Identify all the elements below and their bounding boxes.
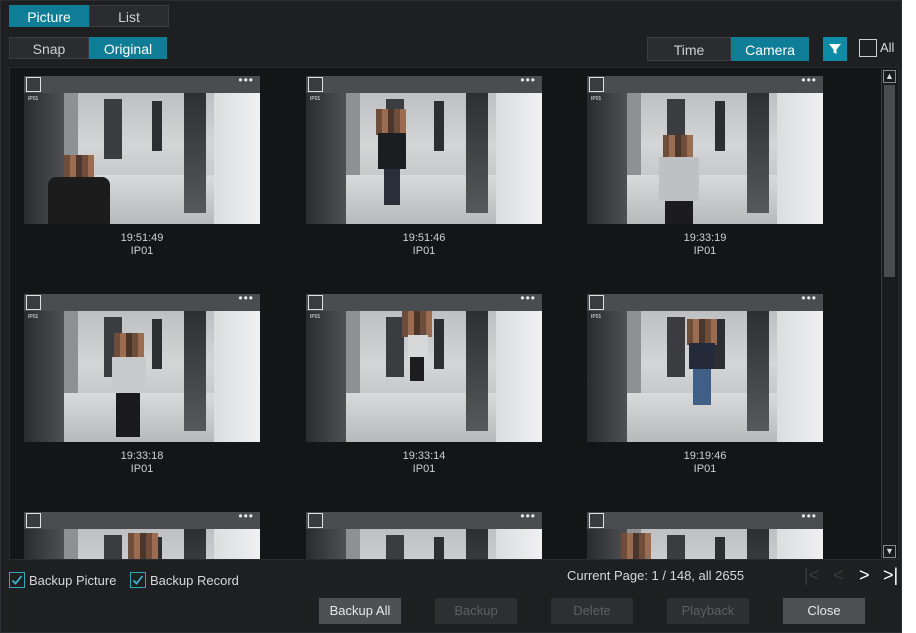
snapshot-image[interactable]: IP01 [587, 311, 823, 442]
card-header: ••• [587, 73, 823, 93]
card-more-icon[interactable]: ••• [520, 509, 536, 523]
card-header: ••• [306, 509, 542, 529]
capture-time: 19:51:46 [402, 232, 446, 244]
stamp-text: IP01 [310, 96, 321, 102]
capture-time: 19:33:18 [120, 450, 164, 462]
snapshot-image[interactable] [587, 529, 823, 559]
sort-toggle: Time Camera [647, 37, 809, 61]
card-checkbox[interactable] [308, 77, 323, 92]
picture-card[interactable]: ••• IP01 19:33:18 IP01 [24, 291, 260, 476]
capture-time: 19:51:49 [120, 232, 164, 244]
picture-card[interactable]: ••• IP01 19:51:49 IP01 [24, 73, 260, 258]
card-header: ••• [24, 291, 260, 311]
snapshot-image[interactable] [306, 529, 542, 559]
first-page-icon[interactable]: |< [804, 565, 819, 586]
picture-card[interactable]: ••• [587, 509, 823, 559]
grid-scrollbar[interactable]: ▲ ▼ [881, 69, 897, 559]
stamp-text: IP01 [591, 96, 602, 102]
scroll-thumb[interactable] [884, 85, 895, 277]
camera-name: IP01 [130, 245, 154, 257]
stamp-text: IP01 [310, 314, 321, 320]
snap-button[interactable]: Snap [9, 37, 89, 59]
filter-button[interactable] [823, 37, 847, 61]
scroll-up-icon[interactable]: ▲ [883, 70, 896, 83]
view-toggle: Snap Original [9, 37, 167, 59]
card-checkbox[interactable] [26, 513, 41, 528]
tab-picture[interactable]: Picture [9, 5, 89, 27]
stamp-text: IP01 [28, 314, 39, 320]
image-search-window: Picture List Snap Original Time Camera A… [0, 0, 902, 633]
card-more-icon[interactable]: ••• [238, 509, 254, 523]
capture-time: 19:19:46 [683, 450, 727, 462]
snapshot-image[interactable]: IP01 [24, 93, 260, 224]
mode-tabs: Picture List [9, 5, 169, 27]
card-more-icon[interactable]: ••• [801, 509, 817, 523]
camera-name: IP01 [130, 463, 154, 475]
delete-button[interactable]: Delete [551, 598, 633, 624]
card-more-icon[interactable]: ••• [520, 73, 536, 87]
camera-name: IP01 [693, 245, 717, 257]
picture-card[interactable]: ••• IP01 19:33:14 IP01 [306, 291, 542, 476]
capture-time: 19:33:14 [402, 450, 446, 462]
picture-grid: ••• IP01 19:51:49 IP01 ••• IP01 19:51:46… [9, 67, 899, 560]
card-checkbox[interactable] [26, 295, 41, 310]
select-all-label: All [880, 40, 895, 55]
check-icon [132, 575, 144, 585]
card-checkbox[interactable] [308, 295, 323, 310]
snapshot-image[interactable] [24, 529, 260, 559]
tab-list[interactable]: List [89, 5, 169, 27]
picture-card[interactable]: ••• IP01 19:33:19 IP01 [587, 73, 823, 258]
playback-button[interactable]: Playback [667, 598, 749, 624]
stamp-text: IP01 [591, 314, 602, 320]
camera-name: IP01 [693, 463, 717, 475]
camera-name: IP01 [412, 463, 436, 475]
prev-page-icon[interactable]: < [833, 565, 844, 586]
select-all-checkbox[interactable] [859, 39, 877, 57]
card-more-icon[interactable]: ••• [238, 291, 254, 305]
backup-all-button[interactable]: Backup All [319, 598, 401, 624]
scroll-down-icon[interactable]: ▼ [883, 545, 896, 558]
filter-icon [829, 44, 841, 54]
page-info: Current Page: 1 / 148, all 2655 [567, 568, 745, 583]
original-button[interactable]: Original [89, 37, 167, 59]
last-page-icon[interactable]: >| [883, 565, 898, 586]
card-checkbox[interactable] [589, 513, 604, 528]
backup-button[interactable]: Backup [435, 598, 517, 624]
card-header: ••• [587, 509, 823, 529]
backup-record-label: Backup Record [150, 573, 239, 588]
sort-camera-button[interactable]: Camera [731, 37, 809, 61]
snapshot-image[interactable]: IP01 [587, 93, 823, 224]
backup-picture-checkbox[interactable] [9, 572, 25, 588]
card-more-icon[interactable]: ••• [238, 73, 254, 87]
card-more-icon[interactable]: ••• [520, 291, 536, 305]
card-more-icon[interactable]: ••• [801, 291, 817, 305]
card-header: ••• [587, 291, 823, 311]
snapshot-image[interactable]: IP01 [306, 311, 542, 442]
card-header: ••• [306, 291, 542, 311]
check-icon [11, 575, 23, 585]
card-checkbox[interactable] [308, 513, 323, 528]
stamp-text: IP01 [28, 96, 39, 102]
capture-time: 19:33:19 [683, 232, 727, 244]
backup-record-checkbox[interactable] [130, 572, 146, 588]
picture-card[interactable]: ••• [306, 509, 542, 559]
card-checkbox[interactable] [589, 295, 604, 310]
camera-name: IP01 [412, 245, 436, 257]
close-button[interactable]: Close [783, 598, 865, 624]
card-more-icon[interactable]: ••• [801, 73, 817, 87]
backup-picture-label: Backup Picture [29, 573, 117, 588]
card-header: ••• [24, 509, 260, 529]
card-header: ••• [306, 73, 542, 93]
sort-time-button[interactable]: Time [647, 37, 731, 61]
card-checkbox[interactable] [589, 77, 604, 92]
snapshot-image[interactable]: IP01 [24, 311, 260, 442]
picture-card[interactable]: ••• IP01 19:19:46 IP01 [587, 291, 823, 476]
picture-card[interactable]: ••• [24, 509, 260, 559]
next-page-icon[interactable]: > [859, 565, 870, 586]
card-header: ••• [24, 73, 260, 93]
card-checkbox[interactable] [26, 77, 41, 92]
picture-card[interactable]: ••• IP01 19:51:46 IP01 [306, 73, 542, 258]
snapshot-image[interactable]: IP01 [306, 93, 542, 224]
